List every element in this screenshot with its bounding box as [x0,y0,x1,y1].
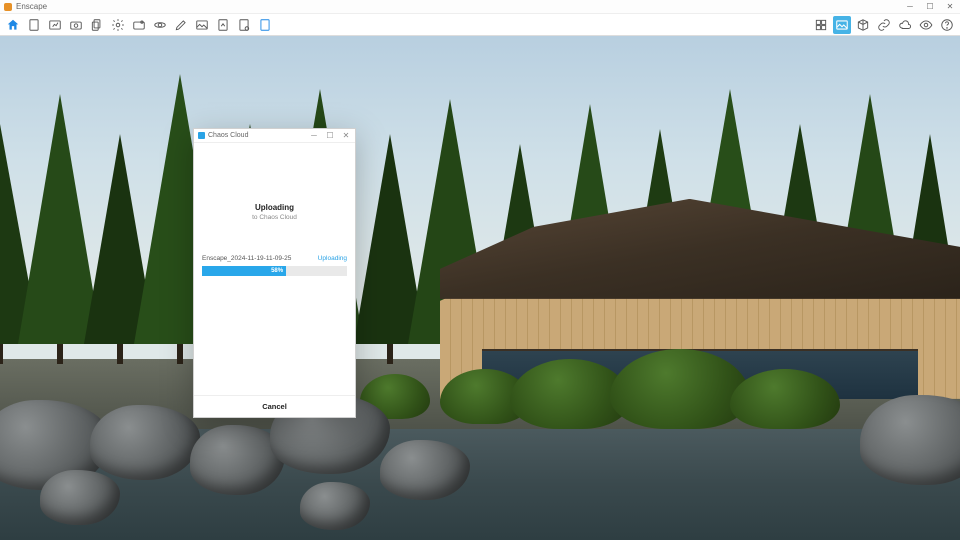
dialog-close-button[interactable]: ✕ [341,131,351,140]
app-titlebar: Enscape ─ ☐ ✕ [0,0,960,14]
dialog-heading: Uploading to Chaos Cloud [202,203,347,221]
maximize-button[interactable]: ☐ [924,2,936,12]
dialog-title-area: Chaos Cloud [198,132,248,139]
orbit-button[interactable] [151,16,169,34]
cancel-button[interactable]: Cancel [262,402,287,411]
dialog-window-controls: ─ ☐ ✕ [309,131,351,140]
dialog-title: Chaos Cloud [208,132,248,139]
help-button[interactable] [938,16,956,34]
dialog-titlebar[interactable]: Chaos Cloud ─ ☐ ✕ [194,129,355,143]
dashboard-button[interactable] [46,16,64,34]
upload-progress-bar: 58% [202,266,347,276]
app-title: Enscape [16,2,47,11]
link-button[interactable] [875,16,893,34]
upload-filename: Enscape_2024-11-19-11-09-25 [202,255,291,262]
new-file-button[interactable] [256,16,274,34]
app-icon [4,3,12,11]
cloud-button[interactable] [896,16,914,34]
cube-button[interactable] [854,16,872,34]
render-viewport[interactable]: /* decorative */ [0,36,960,540]
visibility-button[interactable] [917,16,935,34]
app-title-area: Enscape [4,2,47,11]
active-view-button[interactable] [833,16,851,34]
image-button[interactable] [193,16,211,34]
main-toolbar [0,14,960,36]
dialog-body: Uploading to Chaos Cloud Enscape_2024-11… [194,143,355,395]
cloud-app-icon [198,132,205,139]
configure-button[interactable] [235,16,253,34]
upload-subheading: to Chaos Cloud [202,214,347,221]
camera-button[interactable] [67,16,85,34]
scene-button[interactable] [214,16,232,34]
dialog-footer: Cancel [194,395,355,417]
dialog-maximize-button[interactable]: ☐ [325,131,335,140]
upload-heading: Uploading [202,203,347,212]
settings-button[interactable] [109,16,127,34]
minimize-button[interactable]: ─ [904,2,916,12]
copy-button[interactable] [88,16,106,34]
document-button[interactable] [25,16,43,34]
home-button[interactable] [4,16,22,34]
grid-button[interactable] [812,16,830,34]
upload-progress-label: 58% [271,268,283,274]
upload-file-row: Enscape_2024-11-19-11-09-25 Uploading [202,255,347,262]
upload-progress-fill: 58% [202,266,286,276]
share-button[interactable] [130,16,148,34]
window-controls: ─ ☐ ✕ [904,2,956,12]
upload-status: Uploading [318,255,347,262]
close-button[interactable]: ✕ [944,2,956,12]
dialog-minimize-button[interactable]: ─ [309,131,319,140]
edit-button[interactable] [172,16,190,34]
upload-dialog: Chaos Cloud ─ ☐ ✕ Uploading to Chaos Clo… [193,128,356,418]
